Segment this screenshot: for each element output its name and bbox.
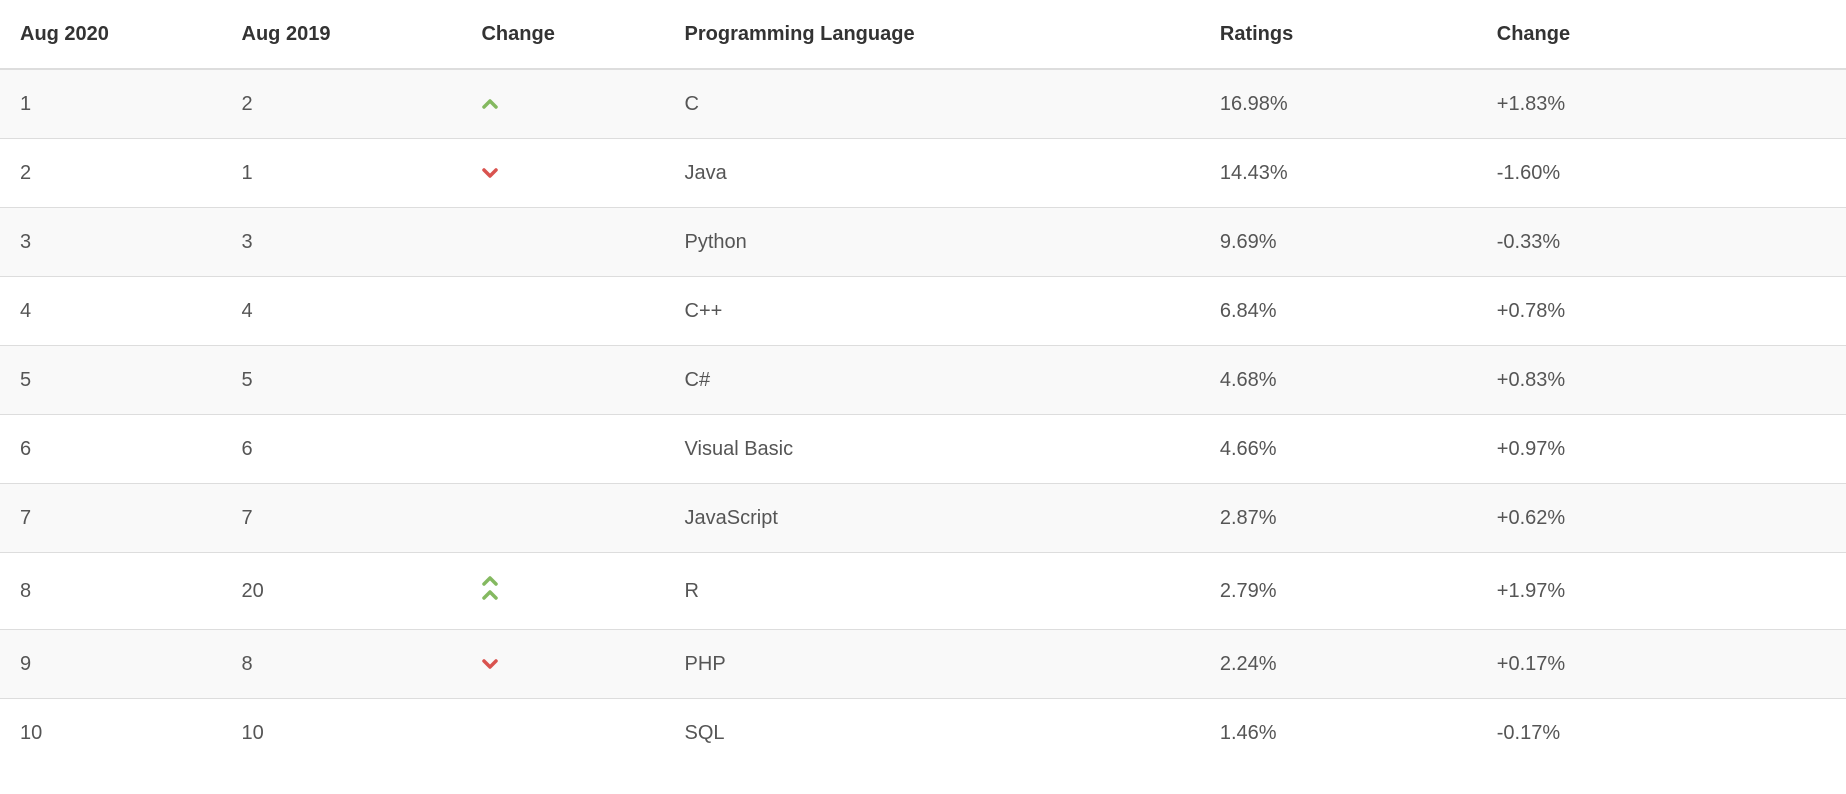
cell-delta: +1.97%	[1477, 553, 1846, 630]
cell-language: Python	[665, 208, 1200, 277]
cell-delta: +0.83%	[1477, 346, 1846, 415]
cell-delta: +0.78%	[1477, 277, 1846, 346]
header-ratings: Ratings	[1200, 0, 1477, 69]
table-row: 12 C16.98%+1.83%	[0, 69, 1846, 139]
chevron-down-icon	[481, 656, 499, 670]
cell-ratings: 9.69%	[1200, 208, 1477, 277]
table-row: 55 C#4.68%+0.83%	[0, 346, 1846, 415]
cell-language: JavaScript	[665, 484, 1200, 553]
table-row: 1010 SQL1.46%-0.17%	[0, 699, 1846, 768]
cell-rank-previous: 1	[222, 139, 462, 208]
cell-rank-current: 10	[0, 699, 222, 768]
cell-rank-previous: 8	[222, 630, 462, 699]
cell-delta: -0.17%	[1477, 699, 1846, 768]
cell-language: R	[665, 553, 1200, 630]
ranking-table: Aug 2020 Aug 2019 Change Programming Lan…	[0, 0, 1846, 767]
cell-change-icon	[461, 208, 664, 277]
header-language: Programming Language	[665, 0, 1200, 69]
table-row: 820 R2.79%+1.97%	[0, 553, 1846, 630]
table-row: 77 JavaScript2.87%+0.62%	[0, 484, 1846, 553]
header-delta: Change	[1477, 0, 1846, 69]
cell-delta: +0.97%	[1477, 415, 1846, 484]
cell-rank-previous: 20	[222, 553, 462, 630]
header-rank-previous: Aug 2019	[222, 0, 462, 69]
cell-language: SQL	[665, 699, 1200, 768]
table-row: 66 Visual Basic4.66%+0.97%	[0, 415, 1846, 484]
table-header-row: Aug 2020 Aug 2019 Change Programming Lan…	[0, 0, 1846, 69]
table-row: 21 Java14.43%-1.60%	[0, 139, 1846, 208]
cell-change-icon	[461, 699, 664, 768]
cell-ratings: 2.24%	[1200, 630, 1477, 699]
cell-rank-previous: 10	[222, 699, 462, 768]
cell-language: C++	[665, 277, 1200, 346]
cell-change-icon	[461, 139, 664, 208]
table-row: 98 PHP2.24%+0.17%	[0, 630, 1846, 699]
cell-rank-current: 3	[0, 208, 222, 277]
cell-delta: +1.83%	[1477, 69, 1846, 139]
cell-change-icon	[461, 69, 664, 139]
cell-ratings: 14.43%	[1200, 139, 1477, 208]
cell-ratings: 2.87%	[1200, 484, 1477, 553]
cell-rank-current: 8	[0, 553, 222, 630]
cell-change-icon	[461, 415, 664, 484]
cell-rank-previous: 4	[222, 277, 462, 346]
cell-ratings: 4.66%	[1200, 415, 1477, 484]
cell-change-icon	[461, 484, 664, 553]
chevron-down-icon	[481, 165, 499, 179]
cell-ratings: 2.79%	[1200, 553, 1477, 630]
cell-ratings: 1.46%	[1200, 699, 1477, 768]
cell-delta: -1.60%	[1477, 139, 1846, 208]
cell-language: Java	[665, 139, 1200, 208]
table-row: 44 C++6.84%+0.78%	[0, 277, 1846, 346]
cell-language: C	[665, 69, 1200, 139]
cell-language: C#	[665, 346, 1200, 415]
header-rank-current: Aug 2020	[0, 0, 222, 69]
cell-rank-current: 5	[0, 346, 222, 415]
cell-rank-previous: 6	[222, 415, 462, 484]
cell-delta: +0.62%	[1477, 484, 1846, 553]
cell-ratings: 16.98%	[1200, 69, 1477, 139]
cell-language: Visual Basic	[665, 415, 1200, 484]
chevron-up-icon	[481, 96, 499, 110]
table-row: 33 Python9.69%-0.33%	[0, 208, 1846, 277]
cell-language: PHP	[665, 630, 1200, 699]
cell-rank-previous: 2	[222, 69, 462, 139]
cell-rank-current: 6	[0, 415, 222, 484]
double-chevron-up-icon	[481, 573, 499, 601]
cell-rank-previous: 3	[222, 208, 462, 277]
cell-ratings: 4.68%	[1200, 346, 1477, 415]
cell-rank-current: 9	[0, 630, 222, 699]
cell-rank-previous: 7	[222, 484, 462, 553]
cell-delta: -0.33%	[1477, 208, 1846, 277]
cell-rank-current: 2	[0, 139, 222, 208]
cell-change-icon	[461, 346, 664, 415]
cell-rank-current: 7	[0, 484, 222, 553]
cell-change-icon	[461, 630, 664, 699]
cell-delta: +0.17%	[1477, 630, 1846, 699]
cell-rank-current: 1	[0, 69, 222, 139]
cell-rank-previous: 5	[222, 346, 462, 415]
cell-change-icon	[461, 553, 664, 630]
cell-change-icon	[461, 277, 664, 346]
cell-ratings: 6.84%	[1200, 277, 1477, 346]
header-change: Change	[461, 0, 664, 69]
cell-rank-current: 4	[0, 277, 222, 346]
